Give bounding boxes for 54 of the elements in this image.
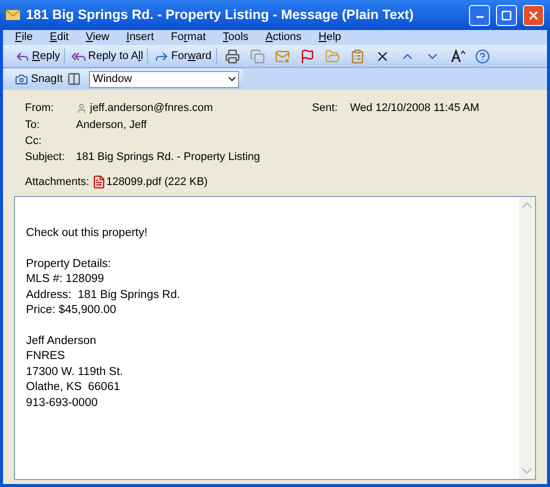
minimize-button[interactable]: [469, 4, 490, 26]
toolbar-button[interactable]: Reply to All: [71, 48, 148, 64]
snagit-button[interactable]: SnagIt: [15, 70, 63, 88]
toolbar-button[interactable]: Forward: [154, 48, 217, 64]
flag-icon: [300, 48, 315, 64]
help-icon: [474, 48, 490, 64]
field-label: Sent:: [312, 101, 339, 116]
attachment-link[interactable]: 128099.pdf (222 KB): [106, 174, 208, 190]
clipboard-icon: [350, 48, 365, 64]
print-icon: [224, 48, 240, 64]
body-text-line: 913-693-0000: [26, 396, 99, 410]
body-text-line: FNRES: [26, 349, 66, 364]
body-text-line: Jeff Anderson: [26, 334, 98, 348]
envelope-icon: [274, 48, 290, 64]
body-text-line: Check out this property!: [26, 226, 148, 241]
menu-item[interactable]: Insert: [126, 29, 154, 46]
field-value: Anderson, Jeff: [76, 118, 147, 133]
body-text-line: Olathe, KS 66061: [26, 380, 121, 395]
sender-address: jeff.anderson@fnres.com: [90, 101, 214, 116]
field-label: Cc:: [25, 134, 42, 149]
envelope-icon: [6, 10, 20, 20]
menu-item[interactable]: Format: [170, 29, 206, 46]
field-label: Subject:: [25, 150, 66, 165]
capture-icon[interactable]: [66, 72, 81, 86]
menu-item[interactable]: Tools: [222, 29, 248, 46]
field-label: From:: [25, 101, 55, 116]
menu-item[interactable]: File: [15, 29, 33, 46]
body-text-line: Address: 181 Big Springs Rd.: [26, 288, 182, 302]
maximize-icon: [501, 10, 512, 20]
window-title: 181 Big Springs Rd. - Property Listing - Message (Plain Text): [26, 6, 415, 24]
field-value: 181 Big Springs Rd. - Property Listing: [76, 150, 260, 165]
folder-icon: [324, 48, 340, 64]
close-button[interactable]: [523, 4, 544, 26]
maximize-button[interactable]: [496, 4, 517, 26]
body-text-line: MLS #: 128099: [26, 272, 106, 287]
toolbar-button[interactable]: Reply: [15, 48, 66, 64]
capture-mode-dropdown[interactable]: Window: [88, 70, 239, 88]
menu-item[interactable]: Actions: [265, 29, 302, 46]
toolbar-icon-button[interactable]: [222, 48, 242, 64]
menu-item[interactable]: View: [86, 29, 110, 46]
field-label: To:: [25, 118, 41, 133]
field-label: Attachments:: [25, 174, 90, 190]
menu-item[interactable]: Help: [318, 29, 342, 46]
camera-icon: [15, 72, 28, 86]
font-size-icon: [450, 48, 465, 64]
pdf-icon: [92, 174, 106, 189]
sent-date: Wed 12/10/2008 11:45 AM: [350, 101, 480, 116]
close-icon: [527, 8, 540, 22]
copy-icon: [250, 48, 265, 64]
body-text-line: 17300 W. 119th St.: [26, 364, 124, 380]
body-text-line: Price: $45,900.00: [26, 303, 118, 318]
contact-icon: [76, 102, 87, 114]
menu-item[interactable]: Edit: [50, 29, 69, 46]
body-text-line: Property Details:: [26, 256, 112, 272]
